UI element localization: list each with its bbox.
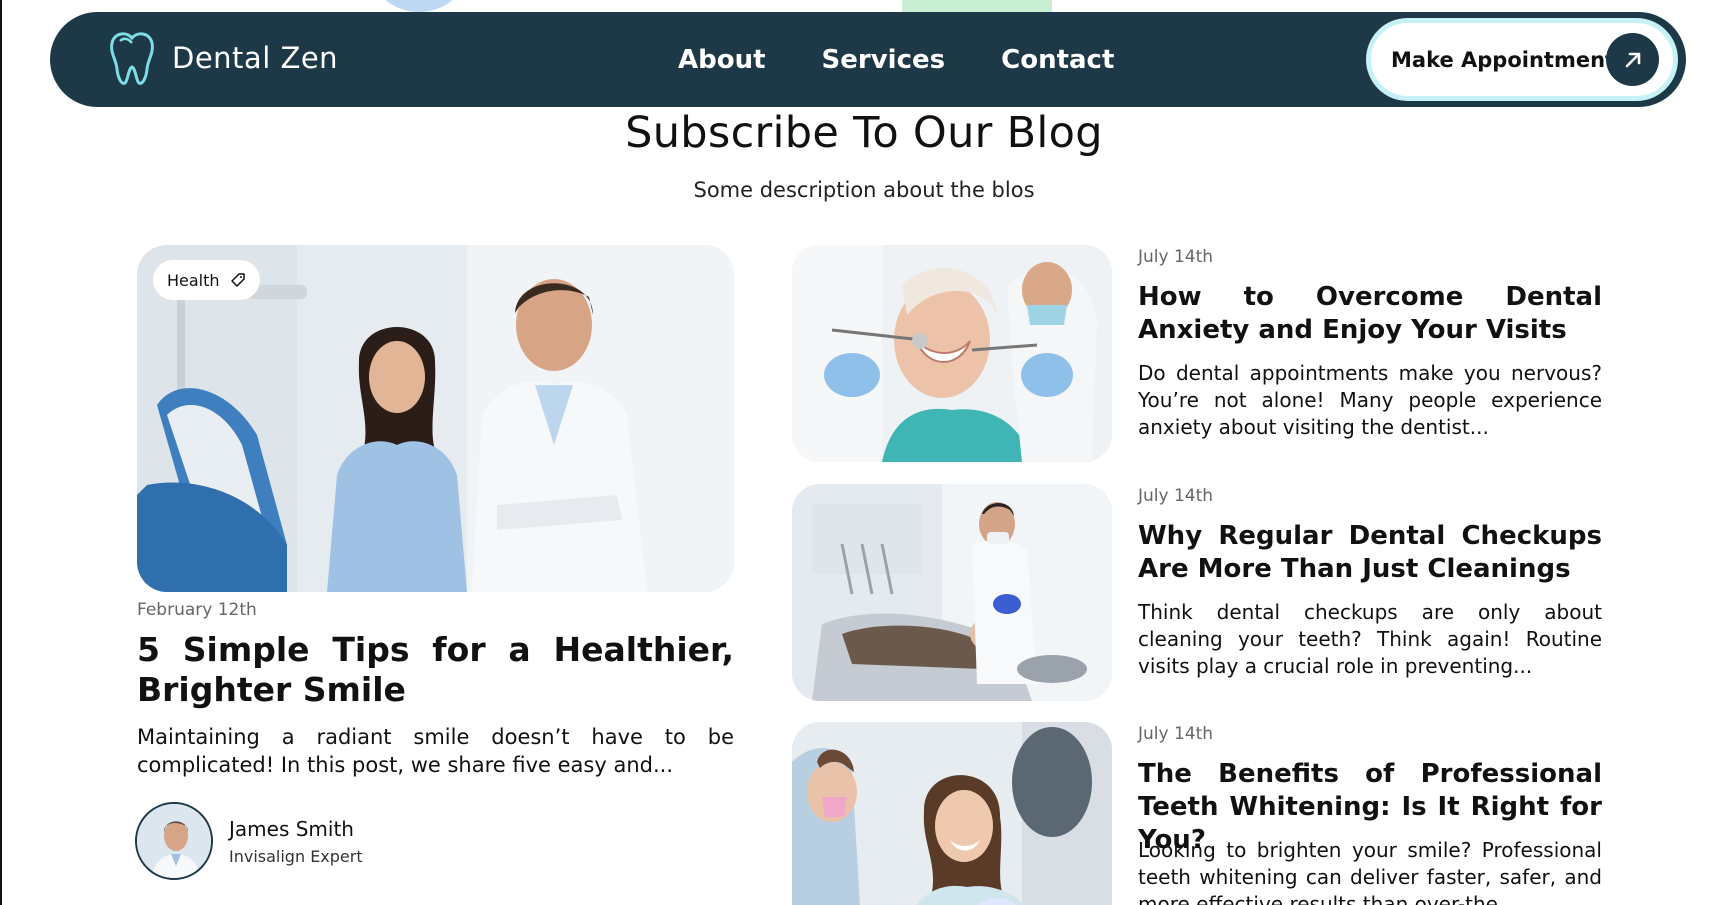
blog-post-image[interactable] — [792, 484, 1112, 701]
blog-post-card[interactable]: July 14th How to Overcome Dental Anxiety… — [792, 245, 1612, 463]
blog-post-date: July 14th — [1138, 724, 1214, 744]
brand-logo[interactable]: Dental Zen — [104, 29, 338, 87]
author: James Smith Invisalign Expert — [135, 802, 363, 880]
category-tag-label: Health — [167, 270, 220, 290]
nav-links: About Services Contact — [678, 12, 1114, 107]
navbar: Dental Zen About Services Contact Make A… — [50, 12, 1686, 107]
nav-link-services[interactable]: Services — [822, 45, 946, 75]
make-appointment-label: Make Appointment — [1391, 47, 1616, 72]
brand-name: Dental Zen — [172, 41, 339, 75]
page-description: Some description about the blos — [693, 178, 1035, 202]
blog-post-title[interactable]: Why Regular Dental Checkups Are More Tha… — [1138, 520, 1602, 586]
author-name: James Smith — [229, 816, 354, 841]
decorative-blob — [366, 0, 472, 12]
blog-post-excerpt: Do dental appointments make you nervous?… — [1138, 361, 1602, 439]
blog-post-title[interactable]: How to Overcome Dental Anxiety and Enjoy… — [1138, 281, 1602, 347]
arrow-up-right-icon — [1606, 33, 1659, 86]
blog-post-excerpt: Looking to brighten your smile? Professi… — [1138, 838, 1602, 905]
author-role: Invisalign Expert — [229, 846, 363, 866]
featured-post-date: February 12th — [137, 600, 257, 620]
featured-post-title[interactable]: 5 Simple Tips for a Healthier, Brighter … — [137, 630, 734, 710]
blog-post-excerpt: Think dental checkups are only about cle… — [1138, 600, 1602, 678]
avatar — [135, 802, 213, 880]
blog-post-image[interactable] — [792, 722, 1112, 905]
tooth-icon — [110, 32, 154, 85]
page-title: Subscribe To Our Blog — [625, 108, 1103, 158]
tag-icon — [230, 273, 245, 287]
blog-post-card[interactable]: July 14th Why Regular Dental Checkups Ar… — [792, 484, 1612, 702]
decorative-blob — [902, 0, 1052, 12]
category-tag[interactable]: Health — [153, 260, 260, 300]
blog-post-date: July 14th — [1138, 247, 1214, 267]
featured-post-excerpt: Maintaining a radiant smile doesn’t have… — [137, 725, 734, 777]
featured-post-image[interactable]: Health — [137, 245, 734, 592]
make-appointment-button[interactable]: Make Appointment — [1366, 18, 1678, 101]
blog-post-date: July 14th — [1138, 486, 1214, 506]
author-info: James Smith Invisalign Expert — [229, 817, 363, 866]
nav-link-about[interactable]: About — [678, 45, 766, 75]
nav-link-contact[interactable]: Contact — [1001, 45, 1114, 75]
blog-post-image[interactable] — [792, 245, 1112, 462]
blog-post-card[interactable]: July 14th The Benefits of Professional T… — [792, 722, 1612, 905]
